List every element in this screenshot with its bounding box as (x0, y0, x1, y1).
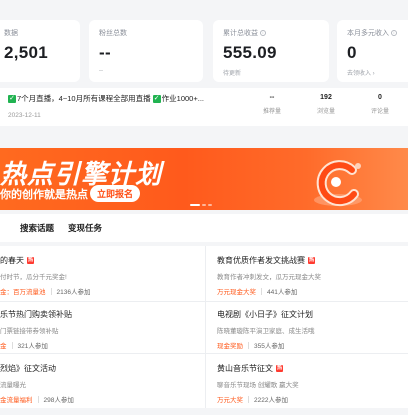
activity-item[interactable]: 乐节热门购卖领补贴 门票链接带券领补贴 金 321人参加 (0, 309, 200, 361)
activity-desc: 陈晓董璇陈平演卫家庭、成生活哦 (217, 328, 315, 335)
stat-card-income[interactable]: 累计总收益 i 555.09 待更新 (213, 20, 329, 82)
activity-title: 乐节热门购卖领补贴 (0, 310, 72, 319)
activity-prize: 万元大奖 (217, 397, 243, 404)
stat-card-reads[interactable]: 数据 2,501 (0, 20, 80, 82)
activity-count: 298人参加 (43, 397, 74, 404)
stat-label: 累计总收益 (223, 30, 258, 37)
metric-value: -- (269, 94, 275, 101)
carousel-dot[interactable] (208, 204, 212, 206)
banner-slogan: 你的创作就是热点 (0, 189, 88, 201)
column-divider (205, 246, 206, 408)
activity-list: 的春天热 付时节，瓜分千元奖金! 金：百万流量池 2136人参加 教育优质作者发文… (0, 246, 408, 408)
stat-label: 数据 (4, 30, 18, 37)
hot-badge-icon: 热 (276, 365, 283, 372)
meta-divider (37, 395, 39, 403)
signup-button[interactable]: 立即报名 (90, 185, 141, 202)
activity-prize: 金流量福利 (0, 397, 33, 404)
carousel-dot[interactable] (202, 204, 206, 206)
activity-count: 2136人参加 (56, 289, 91, 296)
metric-value: 0 (378, 94, 382, 101)
activity-prize: 金：百万流量池 (0, 289, 46, 296)
activity-item[interactable]: 的春天热 付时节，瓜分千元奖金! 金：百万流量池 2136人参加 (0, 255, 200, 307)
activity-title: 电视剧《小日子》征文计划 (217, 310, 313, 319)
claim-income-link[interactable]: 去领收入 › (347, 68, 407, 77)
activity-prize: 万元现金大奖 (217, 289, 256, 296)
meta-divider (261, 287, 262, 295)
activity-desc: 教育作者冲刺发文，瓜万元现金大奖 (217, 274, 321, 281)
meta-divider (248, 341, 249, 349)
work-metric-recommend: -- 推荐量 (252, 94, 292, 115)
activity-prize: 现金奖励 (217, 343, 243, 350)
stat-label: 粉丝总数 (99, 30, 127, 37)
hot-badge-icon: 热 (27, 257, 34, 264)
stat-value: -- (99, 43, 111, 62)
info-icon[interactable]: i (391, 30, 397, 36)
stat-value: 2,501 (4, 43, 49, 62)
activity-desc: 流量曝光 (0, 382, 26, 389)
info-icon[interactable]: i (260, 30, 266, 36)
stat-card-fans[interactable]: 粉丝总数 -- -- (89, 20, 203, 82)
stat-value: 0 (347, 43, 357, 62)
activity-count: 441人参加 (267, 289, 298, 296)
tab-search-topics[interactable]: 搜索话题 (20, 222, 54, 234)
activity-title: 烈焰》征文活动 (0, 364, 56, 373)
metric-value: 192 (320, 94, 332, 101)
hot-badge-icon: 热 (308, 257, 315, 264)
activity-desc: 付时节，瓜分千元奖金! (0, 274, 67, 281)
activity-count: 321人参加 (17, 343, 48, 350)
stats-row: 数据 2,501 粉丝总数 -- -- 累计总收益 i 555.09 待更新 本月… (0, 0, 408, 88)
meta-divider (11, 341, 13, 349)
metric-label: 浏览量 (316, 109, 335, 115)
metric-label: 评论量 (370, 109, 389, 115)
activity-desc: 门票链接带券领补贴 (0, 328, 59, 335)
metric-label: 推荐量 (262, 109, 281, 115)
activity-count: 2222人参加 (254, 397, 288, 404)
stat-card-monthly[interactable]: 本月多元收入 i 0 去领收入 › (337, 20, 408, 82)
activity-desc: 聊音乐节现场 创耀歌 赢大奖 (217, 382, 299, 389)
activity-title: 黄山音乐节征文 (217, 364, 273, 373)
check-icon: ✓ (8, 95, 16, 104)
tab-monetize-tasks[interactable]: 变现任务 (68, 222, 102, 234)
activity-prize: 金 (0, 343, 7, 350)
activity-item[interactable]: 电视剧《小日子》征文计划 陈晓董璇陈平演卫家庭、成生活哦 现金奖励 355人参加 (217, 309, 408, 361)
meta-divider (248, 395, 249, 403)
carousel-dots[interactable] (190, 204, 212, 206)
activity-item[interactable]: 教育优质作者发文挑战赛热 教育作者冲刺发文，瓜万元现金大奖 万元现金大奖 441人… (217, 255, 408, 307)
activity-item[interactable]: 黄山音乐节征文热 聊音乐节现场 创耀歌 赢大奖 万元大奖 2222人参加 (217, 363, 408, 415)
activity-item[interactable]: 烈焰》征文活动 流量曝光 金流量福利 298人参加 (0, 363, 200, 415)
stat-sub: 待更新 (223, 71, 242, 77)
carousel-dot[interactable] (190, 204, 200, 206)
stat-label: 本月多元收入 (347, 30, 389, 37)
hotspot-banner[interactable]: 热点引擎计划 你的创作就是热点 立即报名 (0, 148, 408, 210)
work-title-part: 作业1000+... (161, 94, 204, 103)
activity-count: 355人参加 (254, 343, 285, 350)
work-date: 2023-12-11 (8, 112, 41, 119)
activity-title: 教育优质作者发文挑战赛 (217, 256, 305, 265)
hotspot-logo-icon (314, 160, 362, 207)
stat-value: 555.09 (223, 43, 277, 62)
meta-divider (50, 287, 52, 295)
topic-tabs: 搜索话题 变现任务 (0, 214, 408, 242)
work-metric-comments: 0 评论量 (360, 94, 400, 115)
work-title[interactable]: ✓ 7个月直播，4~10月所有课程全部用直播 ✓ 作业1000+... (8, 93, 204, 104)
activity-title: 的春天 (0, 256, 24, 265)
stat-sub: -- (99, 68, 103, 74)
check-icon: ✓ (152, 95, 161, 104)
work-metric-views: 192 浏览量 (306, 94, 346, 115)
recent-work[interactable]: ✓ 7个月直播，4~10月所有课程全部用直播 ✓ 作业1000+... 2023-1… (0, 88, 408, 126)
work-title-part: 7个月直播，4~10月所有课程全部用直播 (17, 94, 151, 103)
